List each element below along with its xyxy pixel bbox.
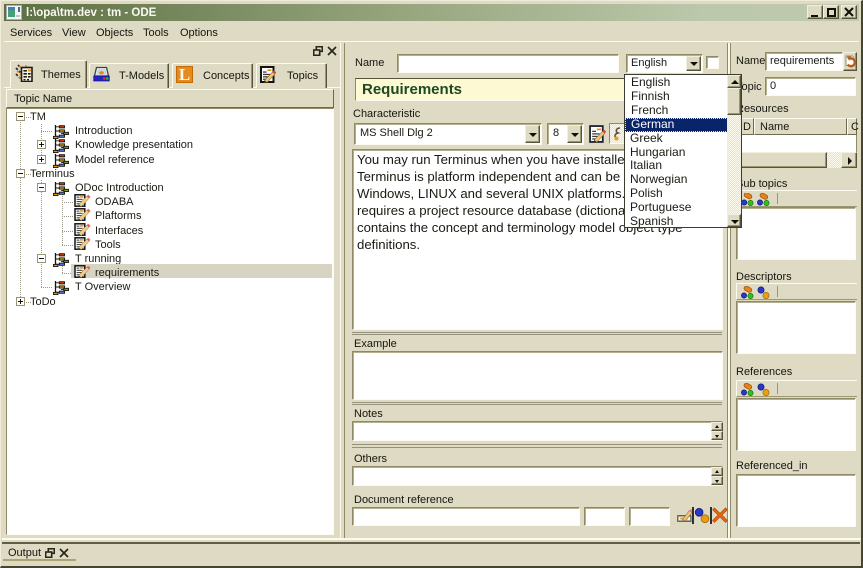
svg-text:L: L [179, 66, 190, 83]
